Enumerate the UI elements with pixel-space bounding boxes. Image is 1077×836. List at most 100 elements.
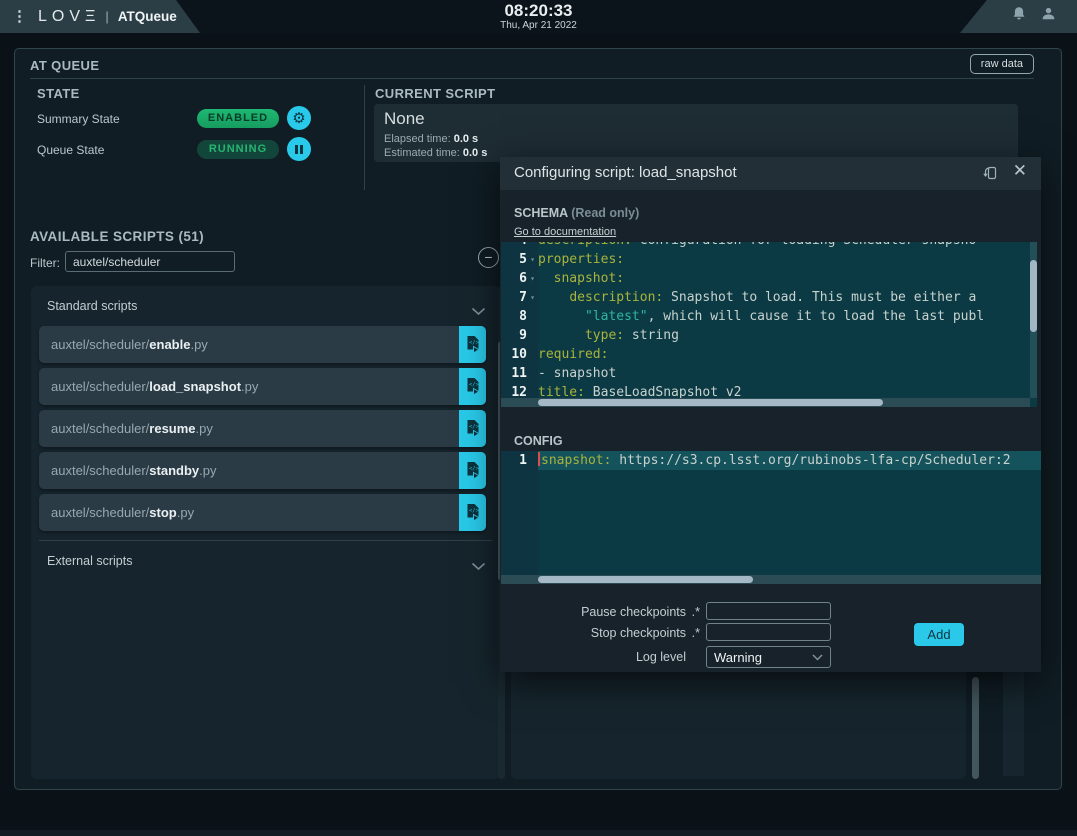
script-path: auxtel/scheduler/stop.py (39, 505, 194, 520)
config-code: 1snapshot: https://s3.cp.lsst.org/rubino… (501, 451, 1041, 575)
code-line: 7▾ description: Snapshot to load. This m… (501, 288, 1030, 307)
raw-data-button[interactable]: raw data (970, 54, 1034, 74)
code-line: 8 "latest", which will cause it to load … (501, 307, 1030, 326)
state-section-title: STATE (37, 86, 80, 101)
estimated-time: Estimated time: 0.0 s (384, 147, 487, 159)
scrollbar-thumb[interactable] (1030, 260, 1037, 332)
script-path: auxtel/scheduler/enable.py (39, 337, 208, 352)
chevron-down-icon (812, 654, 823, 661)
launch-script-button[interactable]: </> (459, 410, 486, 447)
detach-window-icon[interactable] (979, 165, 998, 184)
top-navbar: ⋮ LOVΞ | ATQueue 08:20:33 Thu, Apr 21 20… (0, 0, 1077, 33)
love-logo: LOVΞ (38, 8, 100, 26)
standard-scripts-group[interactable]: Standard scripts (47, 299, 137, 313)
code-line: 4description: Configuration for loading … (501, 242, 1030, 250)
app-title: ATQueue (118, 9, 177, 24)
launch-script-button[interactable]: </> (459, 494, 486, 531)
log-level-select[interactable]: Warning (706, 646, 831, 668)
config-code-editor[interactable]: 1snapshot: https://s3.cp.lsst.org/rubino… (501, 451, 1041, 584)
elapsed-time: Elapsed time: 0.0 s (384, 133, 478, 145)
queue-state-label: Queue State (37, 143, 104, 157)
chevron-down-icon[interactable] (471, 303, 486, 321)
scrollbar-thumb[interactable] (538, 399, 883, 406)
filter-label: Filter: (30, 256, 60, 270)
pause-icon (295, 145, 303, 154)
script-list-item[interactable]: auxtel/scheduler/standby.py </> (39, 452, 486, 489)
state-divider (364, 85, 365, 190)
add-script-button[interactable]: Add (914, 623, 964, 646)
log-level-label: Log level (560, 650, 700, 664)
code-line: 12title: BaseLoadSnapshot v2 (501, 383, 1030, 398)
queue-state-badge: RUNNING (197, 140, 279, 159)
launch-script-button[interactable]: </> (459, 326, 486, 363)
summary-state-label: Summary State (37, 112, 120, 126)
text-caret (538, 452, 540, 466)
config-section-title: CONFIG (514, 434, 563, 448)
log-level-value: Warning (714, 650, 812, 665)
svg-text:</>: </> (469, 340, 480, 346)
svg-text:</>: </> (469, 424, 480, 430)
external-scripts-group[interactable]: External scripts (47, 554, 132, 568)
svg-text:</>: </> (469, 466, 480, 472)
svg-text:</>: </> (469, 382, 480, 388)
scripts-list-panel: Standard scripts auxtel/scheduler/enable… (31, 286, 500, 779)
code-line: 9 type: string (501, 326, 1030, 345)
documentation-link[interactable]: Go to documentation (514, 226, 616, 238)
script-list-item[interactable]: auxtel/scheduler/resume.py </> (39, 410, 486, 447)
pause-checkpoints-label: Pause checkpoints.* (560, 605, 700, 619)
stop-checkpoints-input[interactable] (706, 623, 831, 641)
modal-title: Configuring script: load_snapshot (514, 164, 737, 181)
clock-date: Thu, Apr 21 2022 (500, 20, 577, 31)
page-title: AT QUEUE (30, 58, 99, 73)
script-list-item[interactable]: auxtel/scheduler/load_snapshot.py </> (39, 368, 486, 405)
code-line: 6▾ snapshot: (501, 269, 1030, 288)
summary-state-badge: ENABLED (197, 109, 279, 128)
header-divider (30, 78, 1034, 79)
group-divider (39, 540, 492, 541)
clock-time: 08:20:33 (500, 2, 577, 20)
script-rows: auxtel/scheduler/enable.py</>auxtel/sche… (39, 326, 486, 531)
navbar-right-tab (960, 0, 1077, 33)
schema-vertical-scrollbar[interactable] (1030, 242, 1037, 398)
available-scripts-title: AVAILABLE SCRIPTS (51) (30, 229, 204, 244)
script-path: auxtel/scheduler/standby.py (39, 463, 216, 478)
schema-section-title: SCHEMA (Read only) (514, 206, 639, 220)
script-path: auxtel/scheduler/resume.py (39, 421, 213, 436)
launch-script-button[interactable]: </> (459, 452, 486, 489)
code-line: 5▾properties: (501, 250, 1030, 269)
script-list-item[interactable]: auxtel/scheduler/enable.py </> (39, 326, 486, 363)
stop-checkpoints-label: Stop checkpoints.* (560, 626, 700, 640)
pause-checkpoints-input[interactable] (706, 602, 831, 620)
pause-queue-button[interactable] (287, 137, 311, 161)
gear-icon: ⚙ (292, 111, 305, 126)
collapse-panel-icon[interactable]: − (478, 247, 499, 268)
script-path: auxtel/scheduler/load_snapshot.py (39, 379, 258, 394)
love-atqueue-app: ⋮ LOVΞ | ATQueue 08:20:33 Thu, Apr 21 20… (0, 0, 1077, 836)
chevron-down-icon[interactable] (471, 558, 486, 576)
configure-script-modal: Configuring script: load_snapshot ✕ SCHE… (500, 157, 1041, 672)
close-icon[interactable]: ✕ (1013, 161, 1027, 181)
filter-input[interactable] (65, 251, 235, 272)
current-script-card: None Elapsed time: 0.0 s Estimated time:… (374, 104, 1018, 162)
code-line: 1snapshot: https://s3.cp.lsst.org/rubino… (501, 451, 1041, 470)
schema-code-editor[interactable]: 4description: Configuration for loading … (501, 242, 1037, 407)
logo-separator: | (105, 9, 108, 24)
schema-code: 4description: Configuration for loading … (501, 242, 1030, 398)
code-line: 10required: (501, 345, 1030, 364)
summary-state-settings-button[interactable]: ⚙ (287, 106, 311, 130)
svg-text:</>: </> (469, 508, 480, 514)
script-list-item[interactable]: auxtel/scheduler/stop.py </> (39, 494, 486, 531)
launch-script-button[interactable]: </> (459, 368, 486, 405)
menu-icon[interactable]: ⋮ (12, 9, 27, 24)
user-account-icon[interactable] (1040, 6, 1057, 27)
config-horizontal-scrollbar[interactable] (501, 575, 1041, 584)
notifications-bell-icon[interactable] (1011, 6, 1027, 27)
bottom-strip (0, 830, 1077, 836)
current-script-title: CURRENT SCRIPT (375, 86, 495, 101)
scrollbar-thumb[interactable] (538, 576, 753, 583)
code-line: 11- snapshot (501, 364, 1030, 383)
current-script-name: None (384, 109, 425, 129)
navbar-left-tab: ⋮ LOVΞ | ATQueue (0, 0, 200, 33)
schema-horizontal-scrollbar[interactable] (501, 398, 1030, 407)
waiting-scripts-scrollbar[interactable] (972, 677, 979, 779)
